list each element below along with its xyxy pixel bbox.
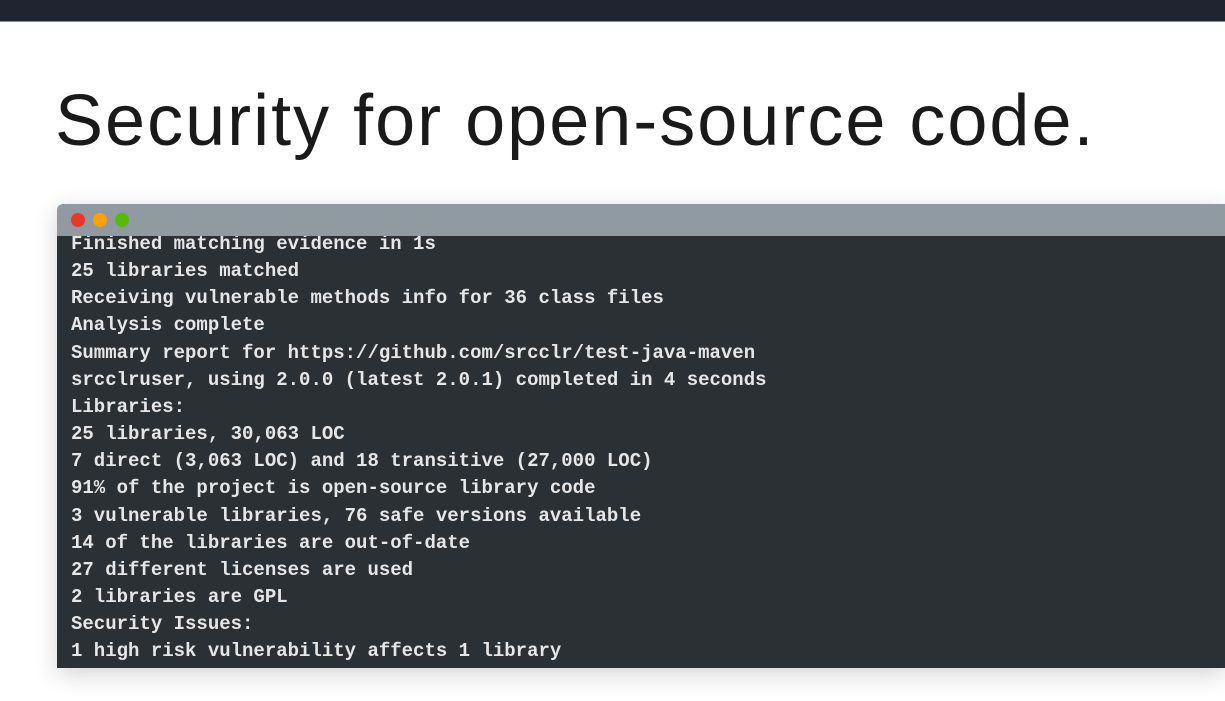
terminal-line: Receiving vulnerable methods info for 36… <box>71 285 1211 312</box>
terminal-titlebar <box>57 204 1225 236</box>
terminal-line: 3 vulnerable libraries, 76 safe versions… <box>71 503 1211 530</box>
terminal-line: Summary report for https://github.com/sr… <box>71 340 1211 367</box>
terminal-line: 25 libraries, 30,063 LOC <box>71 421 1211 448</box>
terminal-line: srcclruser, using 2.0.0 (latest 2.0.1) c… <box>71 367 1211 394</box>
terminal-line: 1 high risk vulnerability affects 1 libr… <box>71 638 1211 665</box>
terminal-line: 14 of the libraries are out-of-date <box>71 530 1211 557</box>
terminal-line: 27 different licenses are used <box>71 557 1211 584</box>
minimize-icon[interactable] <box>93 213 107 227</box>
terminal-line: 2 libraries are GPL <box>71 584 1211 611</box>
zoom-icon[interactable] <box>115 213 129 227</box>
terminal-line: Security Issues: <box>71 611 1211 638</box>
terminal-window: Finished matching evidence in 1s25 libra… <box>57 204 1225 668</box>
terminal-line: Libraries: <box>71 394 1211 421</box>
close-icon[interactable] <box>71 213 85 227</box>
terminal-line: Finished matching evidence in 1s <box>71 236 1211 258</box>
hero-title: Security for open-source code. <box>0 22 1225 162</box>
terminal-line: 7 direct (3,063 LOC) and 18 transitive (… <box>71 448 1211 475</box>
top-nav-bar <box>0 0 1225 22</box>
terminal-line: 91% of the project is open-source librar… <box>71 475 1211 502</box>
terminal-line: Analysis complete <box>71 312 1211 339</box>
terminal-line: 25 libraries matched <box>71 258 1211 285</box>
terminal-output[interactable]: Finished matching evidence in 1s25 libra… <box>57 236 1225 668</box>
